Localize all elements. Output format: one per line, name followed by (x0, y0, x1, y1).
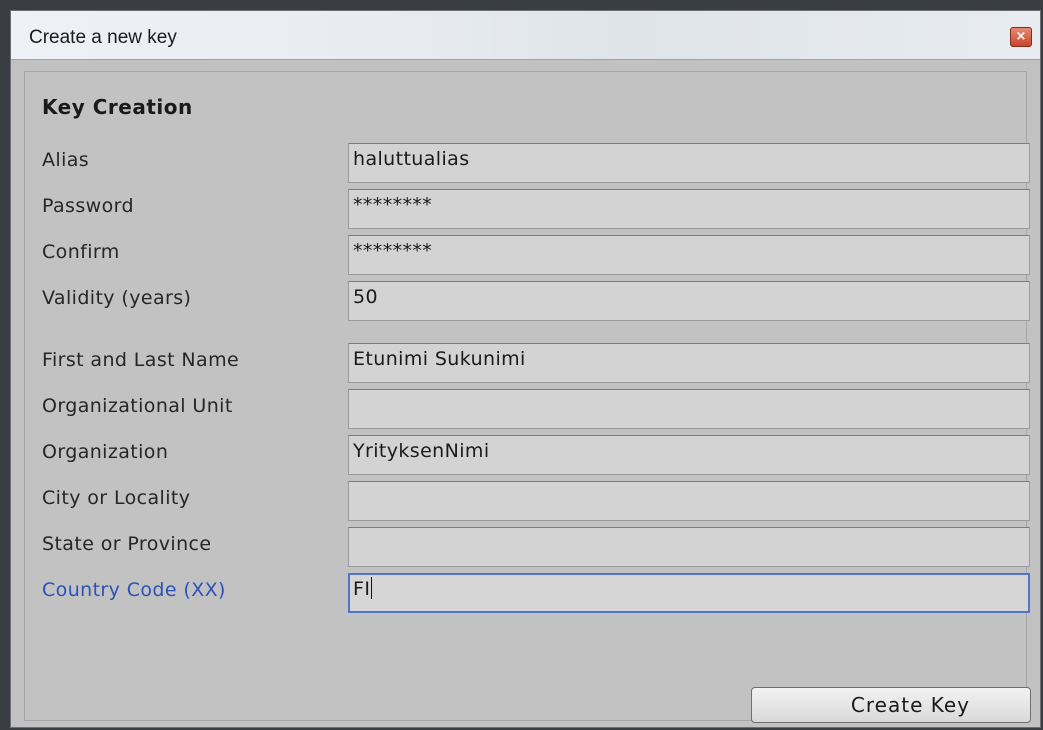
validity-label: Validity (years) (42, 287, 192, 309)
country-code-field[interactable]: FI (348, 573, 1030, 613)
name-label: First and Last Name (42, 349, 240, 371)
organization-value: YrityksenNimi (353, 440, 490, 462)
org-unit-label: Organizational Unit (42, 395, 233, 417)
validity-field[interactable]: 50 (348, 281, 1030, 321)
country-code-value: FI (353, 578, 371, 600)
alias-label: Alias (42, 149, 90, 171)
section-heading: Key Creation (42, 95, 193, 119)
password-label: Password (42, 195, 134, 217)
name-value: Etunimi Sukunimi (353, 348, 526, 370)
confirm-password-field[interactable]: ******** (348, 235, 1030, 275)
country-code-label: Country Code (XX) (42, 579, 226, 601)
close-icon: × (1015, 29, 1027, 44)
title-bar[interactable]: Create a new key × (11, 11, 1040, 60)
city-field[interactable] (348, 481, 1030, 521)
confirm-value: ******** (353, 240, 433, 262)
validity-value: 50 (353, 286, 378, 308)
alias-field[interactable]: haluttualias (348, 143, 1030, 183)
org-unit-field[interactable] (348, 389, 1030, 429)
city-label: City or Locality (42, 487, 191, 509)
text-caret (371, 577, 373, 599)
organization-label: Organization (42, 441, 169, 463)
state-label: State or Province (42, 533, 212, 555)
alias-value: haluttualias (353, 148, 470, 170)
organization-field[interactable]: YrityksenNimi (348, 435, 1030, 475)
state-field[interactable] (348, 527, 1030, 567)
create-key-dialog: Create a new key × Key Creation Alias ha… (10, 10, 1041, 728)
name-field[interactable]: Etunimi Sukunimi (348, 343, 1030, 383)
password-value: ******** (353, 194, 433, 216)
create-key-button[interactable]: Create Key (751, 687, 1031, 723)
window-title: Create a new key (29, 27, 177, 48)
key-creation-panel: Key Creation Alias haluttualias Password… (24, 71, 1031, 723)
confirm-label: Confirm (42, 241, 120, 263)
password-field[interactable]: ******** (348, 189, 1030, 229)
close-button[interactable]: × (1010, 27, 1032, 47)
